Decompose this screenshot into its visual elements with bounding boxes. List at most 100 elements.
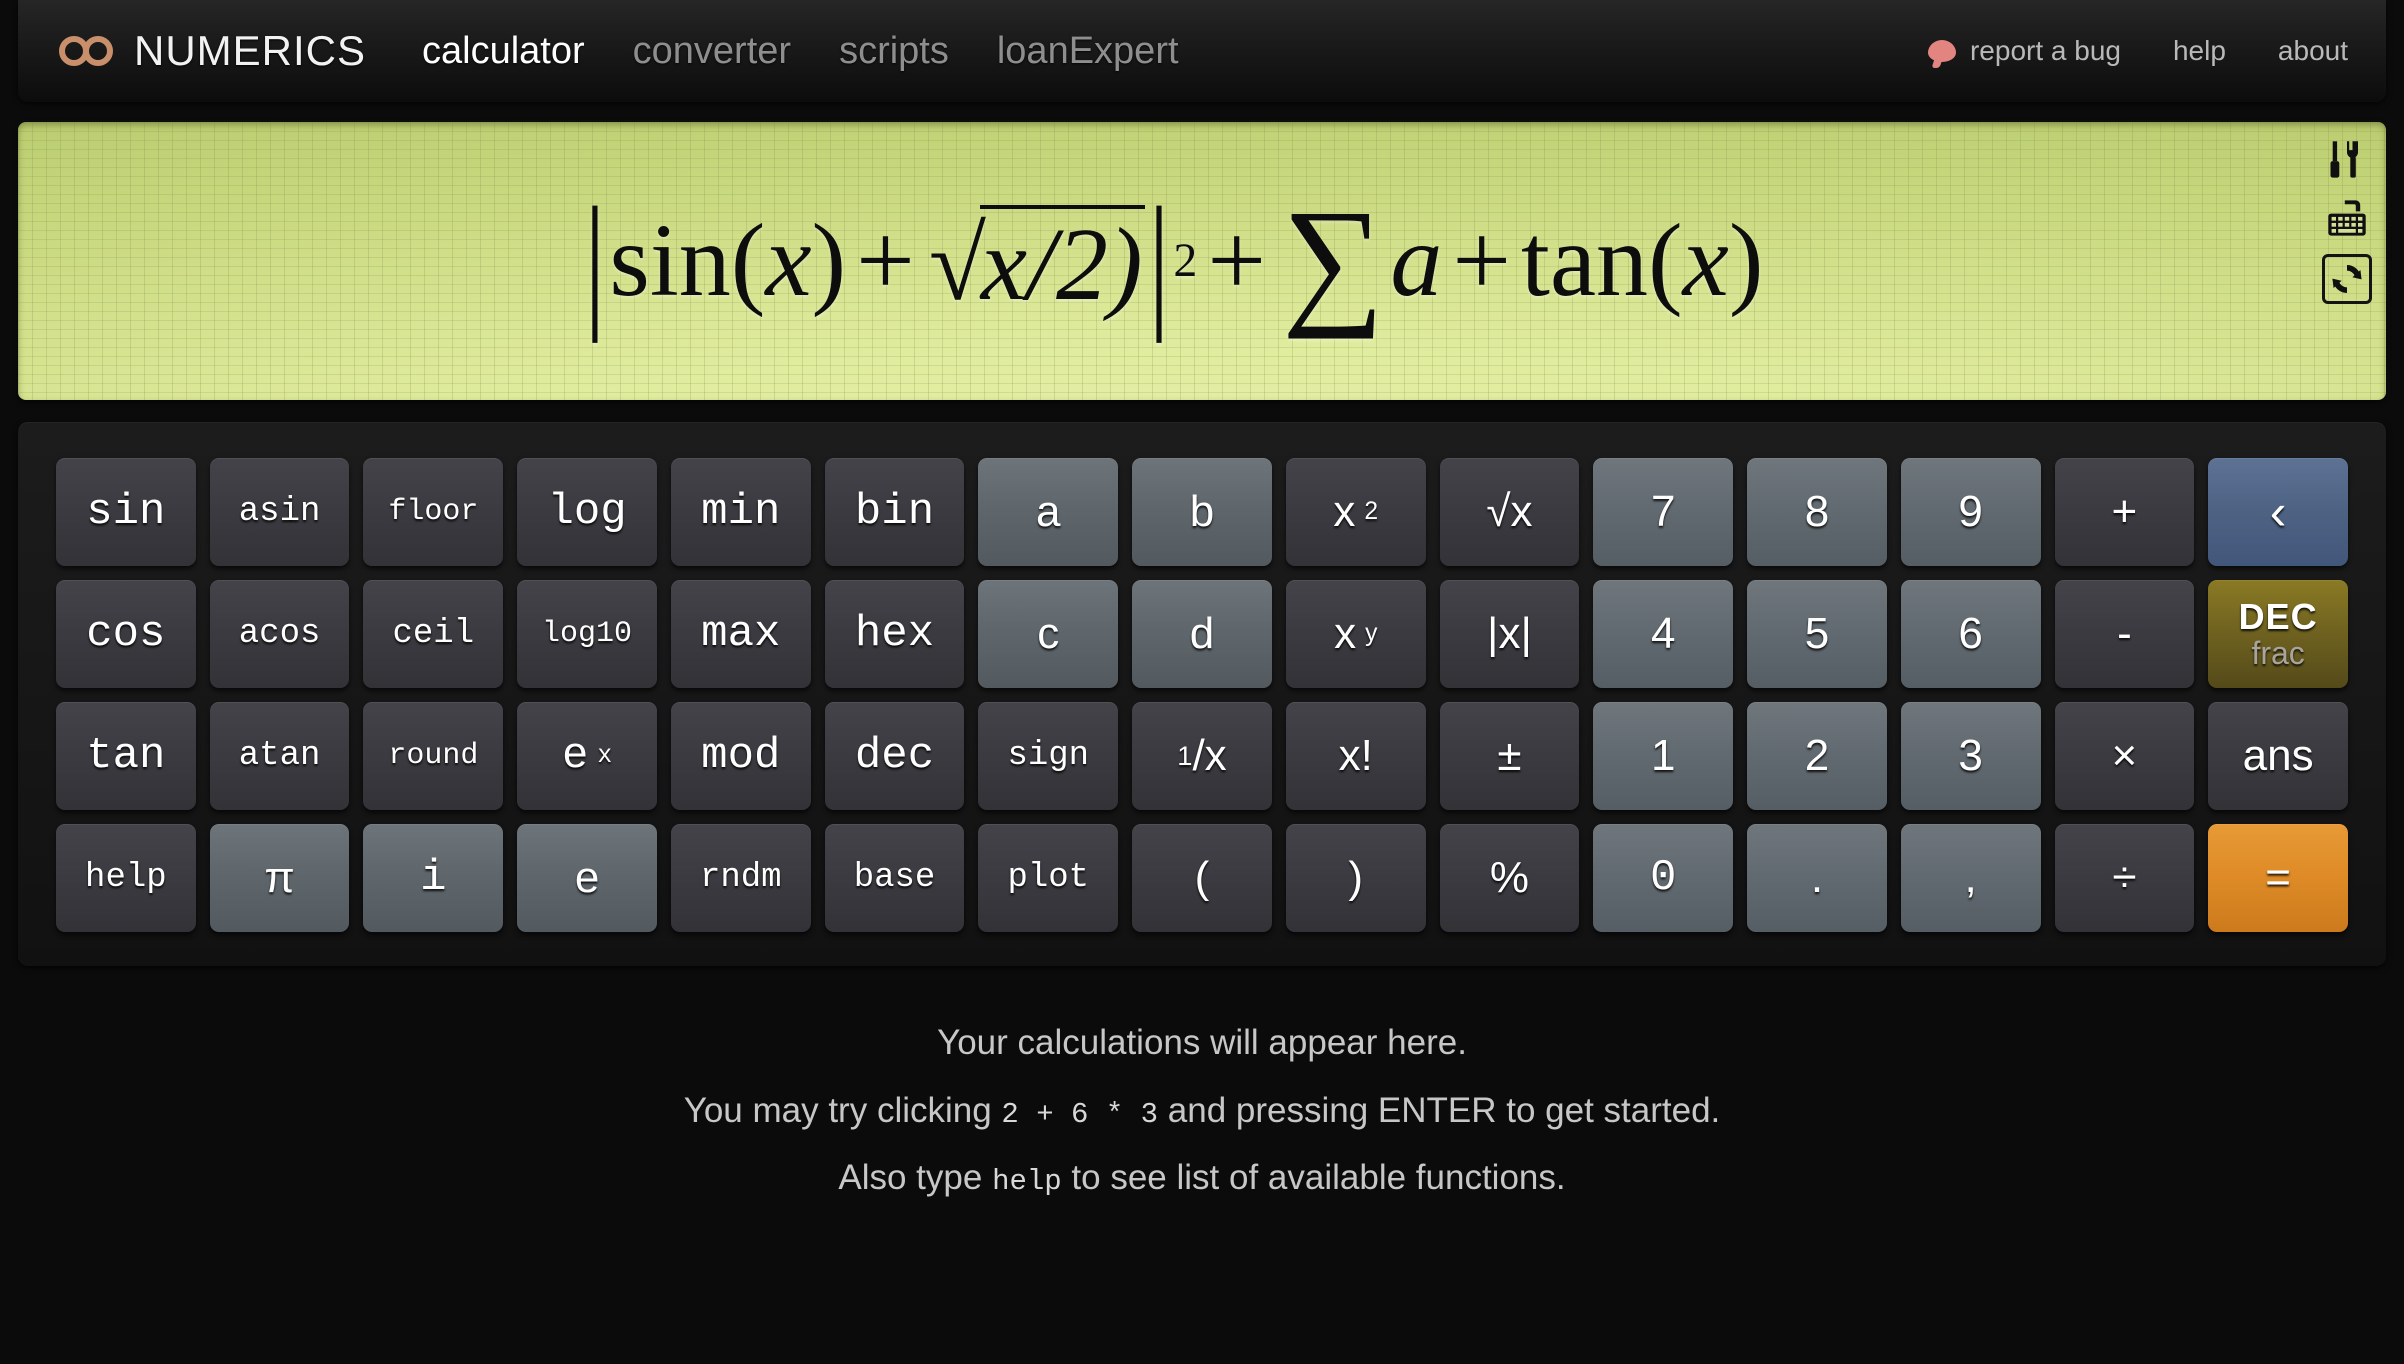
about-link[interactable]: about [2278, 35, 2348, 67]
brand-logo-link[interactable]: NUMERICS [58, 27, 366, 75]
key-x-squared[interactable]: x2 [1285, 458, 1426, 566]
key-backspace[interactable]: ‹ [2208, 458, 2348, 566]
nav-item-calculator[interactable]: calculator [422, 30, 585, 73]
token-var-a: a [1390, 203, 1443, 318]
key-label: min [701, 487, 781, 537]
key-cos[interactable]: cos [56, 580, 196, 688]
key-bin[interactable]: bin [824, 458, 965, 566]
key-factorial[interactable]: x! [1285, 702, 1426, 810]
key-decimal-point[interactable]: . [1747, 824, 1887, 932]
settings-tools-icon[interactable] [2325, 138, 2369, 182]
key-label: e [574, 853, 600, 902]
utility-nav: report a bug help about [1927, 35, 2348, 67]
key-square-root[interactable]: √x [1439, 458, 1580, 566]
key-key[interactable]: - [2054, 580, 2195, 688]
app-root: NUMERICS calculator converter scripts lo… [0, 0, 2404, 1364]
key-9[interactable]: 9 [1900, 458, 2041, 566]
key-absolute-value[interactable]: |x| [1439, 580, 1580, 688]
key-max[interactable]: max [670, 580, 811, 688]
brand-name: NUMERICS [134, 27, 367, 74]
help-command[interactable]: help [992, 1165, 1062, 1198]
key-x-power-y[interactable]: xy [1285, 580, 1426, 688]
key-i[interactable]: i [363, 824, 504, 932]
key-ans[interactable]: ans [2208, 702, 2348, 810]
key-plus-minus[interactable]: ± [1439, 702, 1580, 810]
key-log10[interactable]: log10 [517, 580, 657, 688]
key-label: bin [854, 487, 935, 537]
key-label: d [1189, 609, 1215, 658]
help-link[interactable]: help [2173, 35, 2226, 67]
key-label: x [1334, 609, 1357, 658]
key-equals[interactable]: = [2208, 824, 2348, 932]
nav-item-loanexpert[interactable]: loanExpert [997, 30, 1179, 73]
key-help[interactable]: help [56, 824, 196, 932]
speech-bubble-icon [1927, 40, 1956, 62]
example-expression[interactable]: 2 + 6 * 3 [1001, 1098, 1158, 1131]
key-acos[interactable]: acos [209, 580, 350, 688]
output-line2-suffix: and pressing ENTER to get started. [1158, 1090, 1721, 1130]
key-dec-frac-toggle[interactable]: DEC frac [2208, 580, 2348, 688]
key-label: + [2111, 487, 2138, 536]
key-8[interactable]: 8 [1747, 458, 1887, 566]
key-5[interactable]: 5 [1747, 580, 1887, 688]
key-asin[interactable]: asin [209, 458, 350, 566]
report-a-bug-link[interactable]: report a bug [1927, 35, 2121, 67]
key-rndm[interactable]: rndm [670, 824, 811, 932]
key-label: acos [238, 615, 321, 653]
key-6[interactable]: 6 [1900, 580, 2041, 688]
key-dec[interactable]: dec [824, 702, 965, 810]
key-mod[interactable]: mod [670, 702, 811, 810]
key-label: hex [854, 609, 935, 659]
key-label: sin [86, 487, 166, 537]
key-divide[interactable]: ÷ [2054, 824, 2195, 932]
key-hex[interactable]: hex [824, 580, 965, 688]
key-label: 1 [1650, 731, 1676, 780]
key-d[interactable]: d [1132, 580, 1272, 688]
key-paren-close[interactable]: ) [1285, 824, 1426, 932]
key-base[interactable]: base [824, 824, 965, 932]
key-0[interactable]: 0 [1593, 824, 1734, 932]
key-percent[interactable]: % [1439, 824, 1580, 932]
key-label: 9 [1958, 487, 1983, 536]
key-label: 0 [1649, 853, 1677, 903]
key-label: log [547, 487, 627, 537]
key-atan[interactable]: atan [209, 702, 350, 810]
key-1[interactable]: 1 [1593, 702, 1734, 810]
key-round[interactable]: round [363, 702, 504, 810]
key-sign[interactable]: sign [978, 702, 1119, 810]
key-plot[interactable]: plot [978, 824, 1119, 932]
key-4[interactable]: 4 [1593, 580, 1734, 688]
key-ceil[interactable]: ceil [363, 580, 504, 688]
nav-item-scripts[interactable]: scripts [839, 30, 949, 73]
key-reciprocal[interactable]: 1/x [1132, 702, 1272, 810]
key-label: c [1037, 609, 1060, 658]
key-label: plot [1007, 859, 1090, 897]
keyboard-icon[interactable] [2325, 196, 2369, 240]
key-label: sign [1007, 737, 1090, 775]
key-key[interactable]: + [2054, 458, 2195, 566]
key-b[interactable]: b [1132, 458, 1272, 566]
expression-text: | sin ( x ) + √x/2) | 2 + ∑ a + tan ( x ) [18, 122, 2386, 400]
key-tan[interactable]: tan [56, 702, 196, 810]
key-paren-open[interactable]: ( [1132, 824, 1272, 932]
key-3[interactable]: 3 [1900, 702, 2041, 810]
nav-item-converter[interactable]: converter [633, 30, 791, 73]
key-e-power-x[interactable]: ex [517, 702, 657, 810]
refresh-icon[interactable] [2322, 254, 2372, 304]
key-floor[interactable]: floor [363, 458, 504, 566]
key-sin[interactable]: sin [56, 458, 196, 566]
key-label: x [1333, 487, 1356, 536]
key-a[interactable]: a [978, 458, 1119, 566]
key-e[interactable]: e [517, 824, 657, 932]
key-label: /x [1192, 731, 1227, 780]
key-7[interactable]: 7 [1593, 458, 1734, 566]
key-min[interactable]: min [670, 458, 811, 566]
key-c[interactable]: c [978, 580, 1119, 688]
key-2[interactable]: 2 [1747, 702, 1887, 810]
key-pi[interactable]: π [209, 824, 350, 932]
key-comma[interactable]: , [1900, 824, 2041, 932]
key-multiply[interactable]: × [2054, 702, 2195, 810]
key-log[interactable]: log [517, 458, 657, 566]
expression-display[interactable]: | sin ( x ) + √x/2) | 2 + ∑ a + tan ( x ) [18, 122, 2386, 400]
keypad-row-2: cos acos ceil log10 max hex c d x y |x| 4 5 6 - DEC frac [56, 580, 2348, 688]
